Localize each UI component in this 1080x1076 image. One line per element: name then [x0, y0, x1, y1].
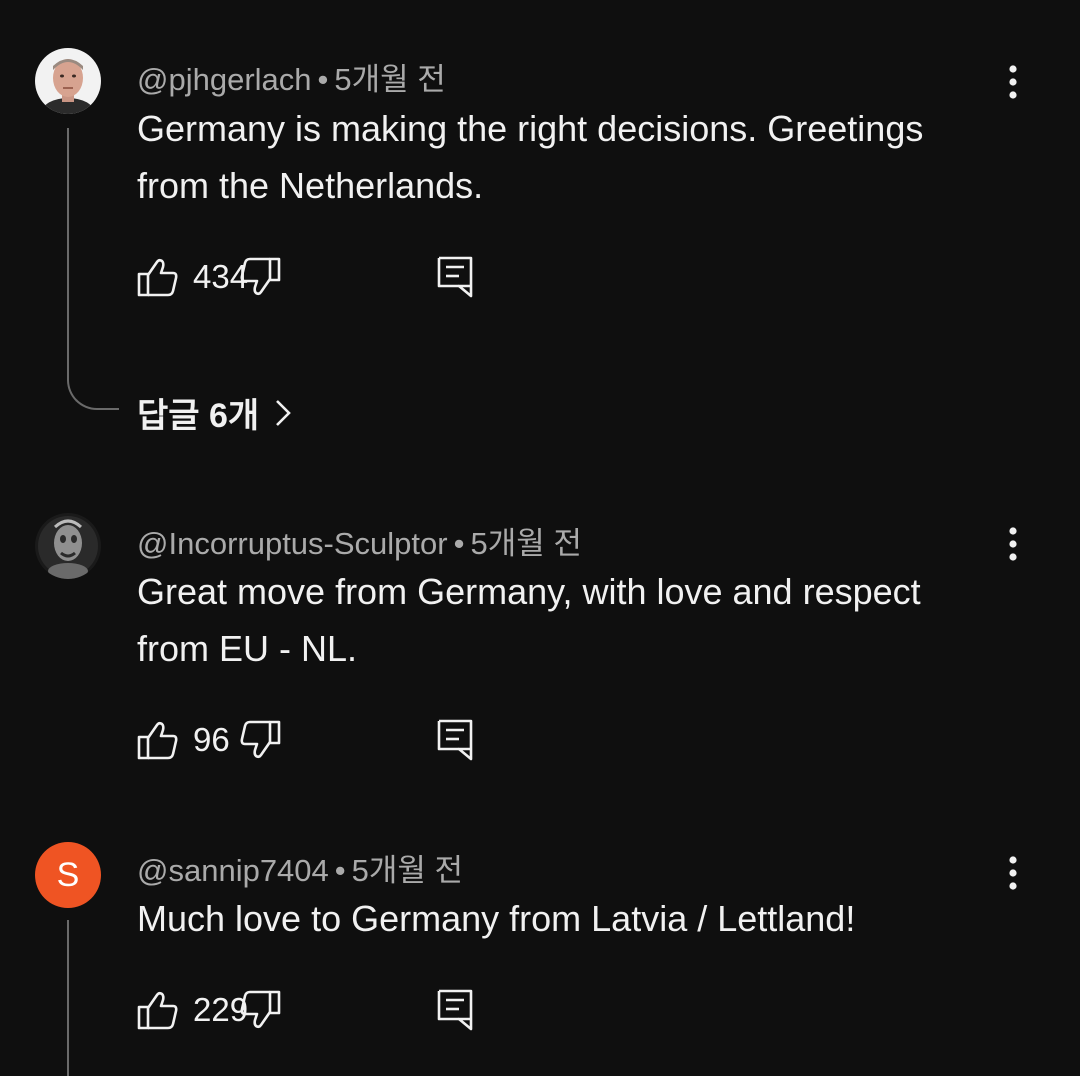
comment-meta: @sannip7404 • 5개월 전	[137, 845, 463, 890]
comment-actions: 229	[137, 988, 473, 1032]
comment-time: 5개월 전	[351, 853, 464, 888]
thumbs-up-icon	[137, 991, 178, 1030]
thread-line	[67, 920, 69, 1076]
comment-author[interactable]: @sannip7404	[137, 853, 329, 888]
comment-text: Much love to Germany from Latvia / Lettl…	[137, 898, 856, 939]
comment-thread: S @sannip7404 • 5개월 전 Much love to Germany…	[0, 0, 1080, 1076]
reply-comment-icon	[437, 989, 473, 1031]
thumbs-down-icon	[240, 990, 281, 1029]
more-vertical-icon	[1009, 856, 1017, 890]
dislike-button[interactable]	[239, 990, 281, 1030]
more-options-button[interactable]	[996, 851, 1030, 895]
avatar[interactable]: S	[35, 842, 101, 908]
comments-page: @pjhgerlach • 5개월 전 Germany is making the …	[0, 0, 1080, 1076]
reply-button[interactable]	[437, 989, 473, 1031]
meta-separator: •	[334, 853, 346, 888]
